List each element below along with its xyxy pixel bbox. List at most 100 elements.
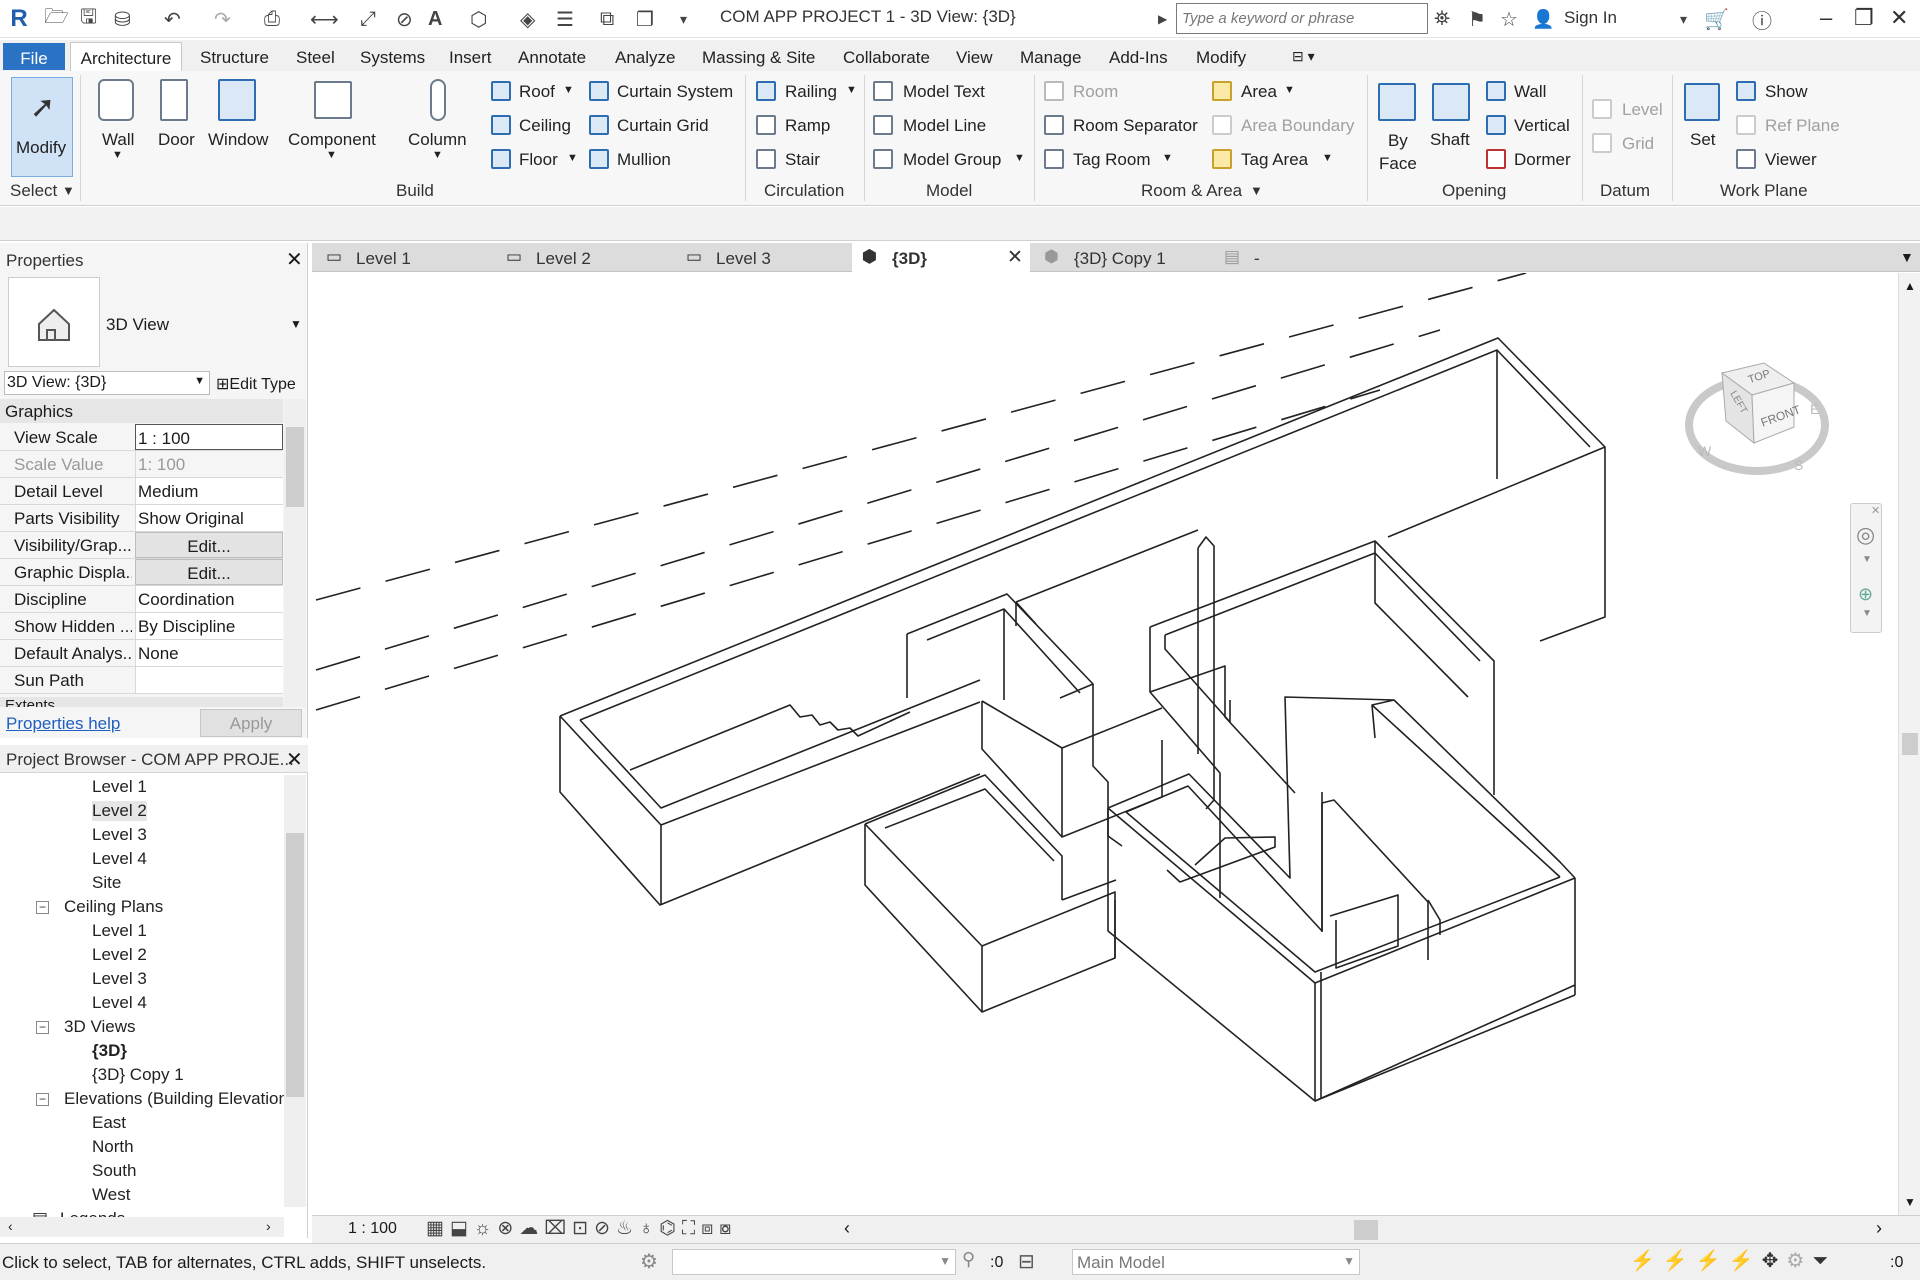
- filter-icon[interactable]: ⏷: [1812, 1250, 1836, 1272]
- minimize-button[interactable]: –: [1820, 5, 1832, 31]
- browser-item[interactable]: Site: [92, 873, 121, 893]
- compass-west[interactable]: W: [1698, 443, 1711, 459]
- wall-button[interactable]: Wall: [102, 130, 134, 150]
- property-value[interactable]: Medium: [135, 478, 283, 504]
- tag-area-button[interactable]: Tag Area: [1241, 150, 1308, 170]
- background-processes-icon[interactable]: ⚙: [1786, 1250, 1812, 1272]
- property-row[interactable]: Sun Path: [0, 667, 283, 694]
- railing-button[interactable]: Railing: [785, 82, 837, 102]
- tab-manage[interactable]: Manage: [1020, 42, 1081, 71]
- component-button[interactable]: Component: [288, 130, 376, 150]
- qat-customize-icon[interactable]: ▾: [680, 6, 687, 32]
- tab-modify[interactable]: Modify: [1196, 42, 1246, 71]
- room-area-dropdown-icon[interactable]: ▼: [1250, 183, 1263, 198]
- area-icon[interactable]: [1212, 81, 1232, 101]
- column-button[interactable]: Column: [408, 130, 467, 150]
- nav-bar-close-icon[interactable]: ✕: [1871, 504, 1880, 517]
- property-row[interactable]: Discipline Coordination: [0, 586, 283, 613]
- property-value[interactable]: [135, 667, 283, 693]
- tab-collaborate[interactable]: Collaborate: [843, 42, 930, 71]
- model-text-button[interactable]: Model Text: [903, 82, 985, 102]
- browser-item[interactable]: Level 2: [92, 801, 147, 821]
- drawing-canvas[interactable]: TOP FRONT LEFT W S E ✕ ◎ ▼ ⊕ ▼: [312, 273, 1898, 1215]
- by-face-button[interactable]: By Face: [1379, 129, 1417, 175]
- steering-wheel-icon[interactable]: ◎: [1856, 522, 1875, 548]
- show-button[interactable]: Show: [1765, 82, 1808, 102]
- workset-dropdown[interactable]: ▼: [672, 1249, 956, 1275]
- ramp-button[interactable]: Ramp: [785, 116, 830, 136]
- ceiling-icon[interactable]: [491, 115, 511, 135]
- tab-annotate[interactable]: Annotate: [518, 42, 586, 71]
- ceiling-button[interactable]: Ceiling: [519, 116, 571, 136]
- room-separator-icon[interactable]: [1044, 115, 1064, 135]
- browser-item[interactable]: East: [92, 1113, 126, 1133]
- tag-room-icon[interactable]: [1044, 149, 1064, 169]
- grid-icon[interactable]: [1592, 133, 1612, 153]
- tab-systems[interactable]: Systems: [360, 42, 425, 71]
- highlight-displacement-icon[interactable]: ⧈: [701, 1218, 719, 1239]
- tab-close-icon[interactable]: ✕: [1007, 246, 1023, 269]
- sync-icon[interactable]: ⛁: [114, 6, 131, 32]
- browser-item[interactable]: Level 2: [92, 945, 147, 965]
- collapse-toggle-icon[interactable]: −: [36, 901, 49, 914]
- temporary-hide-icon[interactable]: ♨: [616, 1218, 639, 1239]
- sign-in-dropdown-icon[interactable]: ▾: [1680, 6, 1687, 32]
- property-row[interactable]: Scale Value 1: 100: [0, 451, 283, 478]
- roof-button[interactable]: Roof: [519, 82, 555, 102]
- worksets-icon[interactable]: ⚙: [640, 1249, 658, 1274]
- tag-area-icon[interactable]: [1212, 149, 1232, 169]
- room-area-group-label[interactable]: Room & Area: [1141, 181, 1242, 201]
- property-value[interactable]: 1: 100: [135, 451, 283, 477]
- reveal-hidden-icon[interactable]: ♁: [639, 1218, 659, 1239]
- curtain-grid-button[interactable]: Curtain Grid: [617, 116, 709, 136]
- shadows-icon[interactable]: ⊗: [497, 1218, 519, 1239]
- room-separator-button[interactable]: Room Separator: [1073, 116, 1198, 136]
- property-row[interactable]: Detail Level Medium: [0, 478, 283, 505]
- design-options-icon[interactable]: ⊟: [1018, 1249, 1035, 1274]
- close-hidden-icon[interactable]: ⧉: [600, 6, 614, 32]
- level-icon[interactable]: [1592, 99, 1612, 119]
- edit-button[interactable]: Edit...: [135, 532, 283, 558]
- browser-item[interactable]: Level 1: [92, 921, 147, 941]
- wall-icon[interactable]: [98, 79, 134, 121]
- compass-south[interactable]: S: [1794, 457, 1803, 473]
- tag-room-button[interactable]: Tag Room: [1073, 150, 1150, 170]
- browser-item[interactable]: Elevations (Building Elevation: [64, 1089, 288, 1109]
- browser-item[interactable]: 3D Views: [64, 1017, 136, 1037]
- tab-structure[interactable]: Structure: [200, 42, 269, 71]
- roof-icon[interactable]: [491, 81, 511, 101]
- tag-room-dropdown-icon[interactable]: ▼: [1162, 152, 1173, 164]
- canvas-vertical-scrollbar[interactable]: ▲ ▼: [1898, 273, 1920, 1215]
- tab-steel[interactable]: Steel: [296, 42, 335, 71]
- window-button[interactable]: Window: [208, 130, 268, 150]
- save-icon[interactable]: 🖫: [80, 6, 97, 32]
- properties-scroll-thumb[interactable]: [286, 427, 304, 507]
- 3d-view-icon[interactable]: ⬡: [470, 6, 487, 32]
- scroll-right-icon[interactable]: ›: [266, 1218, 271, 1234]
- render-icon[interactable]: ☁: [519, 1218, 544, 1239]
- tab-list-dropdown-icon[interactable]: ▼: [1900, 249, 1914, 265]
- reveal-constraints-icon[interactable]: ⧇: [719, 1218, 737, 1239]
- ramp-icon[interactable]: [756, 115, 776, 135]
- scroll-up-icon[interactable]: ▲: [1904, 279, 1916, 293]
- tab-view[interactable]: View: [956, 42, 993, 71]
- shaft-button[interactable]: Shaft: [1430, 130, 1470, 150]
- select-links-icon[interactable]: ⚡: [1630, 1250, 1663, 1272]
- property-value[interactable]: 1 : 100: [135, 424, 283, 450]
- collapse-toggle-icon[interactable]: −: [36, 1021, 49, 1034]
- property-row[interactable]: Show Hidden ... By Discipline: [0, 613, 283, 640]
- edit-button[interactable]: Edit...: [135, 559, 283, 585]
- area-button[interactable]: Area: [1241, 82, 1277, 102]
- browser-item[interactable]: Level 1: [92, 777, 147, 797]
- section-extents[interactable]: Extents: [0, 697, 283, 707]
- browser-item[interactable]: Level 4: [92, 849, 147, 869]
- component-dropdown-icon[interactable]: ▼: [326, 149, 337, 161]
- column-dropdown-icon[interactable]: ▼: [432, 149, 443, 161]
- property-value[interactable]: Coordination: [135, 586, 283, 612]
- browser-item[interactable]: Level 3: [92, 969, 147, 989]
- dimension-icon[interactable]: ⤢: [360, 6, 376, 32]
- vertical-opening-button[interactable]: Vertical: [1514, 116, 1570, 136]
- tab-3d-view[interactable]: ⬢ {3D} ✕: [852, 243, 1030, 272]
- window-icon[interactable]: [218, 79, 256, 121]
- drag-elements-icon[interactable]: ✥: [1762, 1250, 1787, 1272]
